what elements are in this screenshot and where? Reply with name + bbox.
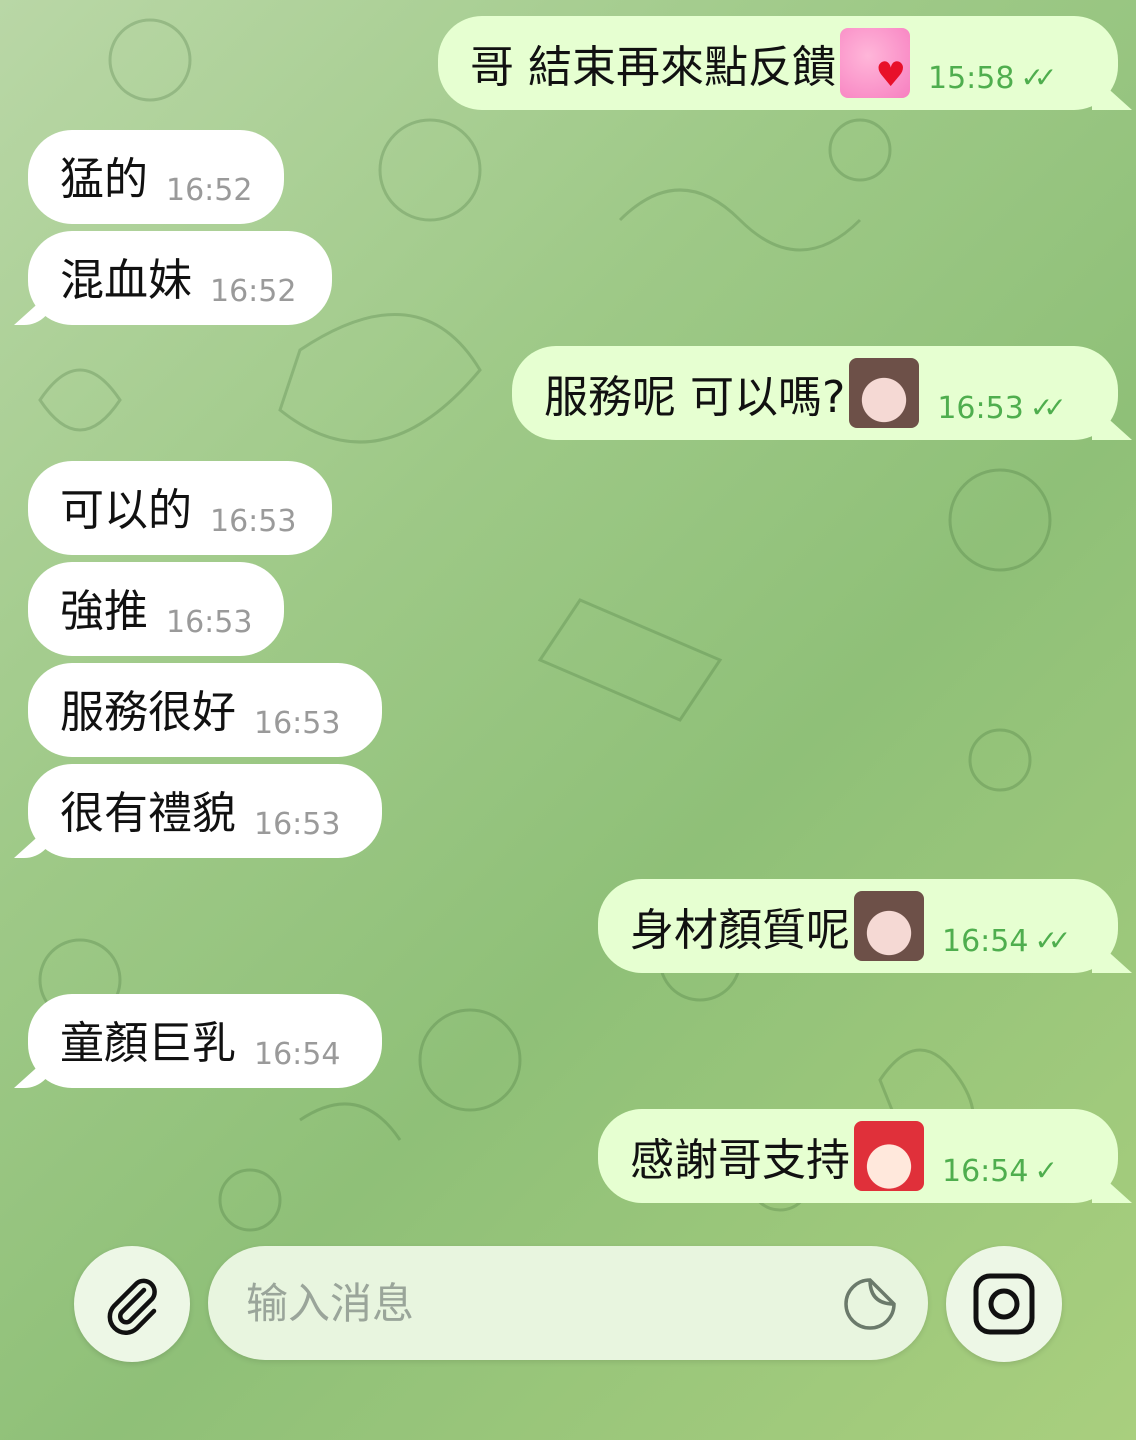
red-hair-laughing-icon (854, 1121, 924, 1191)
incoming-message[interactable]: 強推 16:53 (28, 562, 284, 656)
sent-check-icon: ✓ (1034, 1154, 1058, 1187)
anime-girl-sticker-icon (849, 358, 920, 428)
incoming-message[interactable]: 服務很好 16:53 (28, 663, 382, 757)
message-time: 15:58 (928, 61, 1015, 96)
incoming-message[interactable]: 混血妹 16:52 (28, 231, 332, 325)
message-time: 16:53 (254, 807, 341, 842)
outgoing-message[interactable]: 感謝哥支持 16:54 ✓ (598, 1109, 1118, 1203)
message-text: 身材顏質呢 (630, 905, 850, 956)
message-text: 感謝哥支持 (630, 1135, 850, 1186)
read-receipt-double-check-icon: ✓✓ (1020, 61, 1057, 94)
attach-button[interactable] (74, 1246, 190, 1362)
paperclip-icon (107, 1278, 157, 1335)
message-time: 16:54 (942, 1154, 1029, 1189)
anime-girl-sticker-icon (854, 891, 924, 961)
message-text: 哥 結束再來點反饋 (470, 42, 836, 93)
message-time: 16:54 (254, 1037, 341, 1072)
read-receipt-double-check-icon: ✓✓ (1034, 924, 1071, 957)
message-time: 16:53 (166, 605, 253, 640)
message-input[interactable] (244, 1277, 808, 1329)
message-time: 16:52 (166, 173, 253, 208)
message-text: 強推 (60, 586, 148, 637)
message-time: 16:52 (210, 274, 297, 309)
outgoing-message[interactable]: 哥 結束再來點反饋 ♥ 15:58 ✓✓ (438, 16, 1118, 110)
message-time: 16:53 (210, 504, 297, 539)
outgoing-message[interactable]: 服務呢 可以嗎? 16:53 ✓✓ (512, 346, 1118, 440)
incoming-message[interactable]: 可以的 16:53 (28, 461, 332, 555)
message-time: 16:53 (937, 391, 1024, 426)
composer-bar (0, 1240, 1136, 1370)
message-text: 可以的 (60, 485, 192, 536)
instagram-camera-icon (973, 1273, 1035, 1335)
incoming-message[interactable]: 童顏巨乳 16:54 (28, 994, 382, 1088)
incoming-message[interactable]: 猛的 16:52 (28, 130, 284, 224)
incoming-message[interactable]: 很有禮貌 16:53 (28, 764, 382, 858)
message-text: 服務很好 (60, 687, 236, 738)
message-text: 混血妹 (60, 255, 192, 306)
outgoing-message[interactable]: 身材顏質呢 16:54 ✓✓ (598, 879, 1118, 973)
sticker-icon[interactable] (842, 1276, 898, 1332)
message-text: 很有禮貌 (60, 788, 236, 839)
message-input-container (208, 1246, 928, 1360)
read-receipt-double-check-icon: ✓✓ (1029, 391, 1067, 424)
message-time: 16:54 (942, 924, 1029, 959)
message-text: 童顏巨乳 (60, 1018, 236, 1069)
message-text: 服務呢 可以嗎? (544, 372, 846, 423)
message-time: 16:53 (254, 706, 341, 741)
camera-button[interactable] (946, 1246, 1062, 1362)
cat-heart-icon: ♥ (840, 28, 910, 98)
heart-icon: ♥ (875, 55, 906, 95)
message-text: 猛的 (60, 154, 148, 205)
